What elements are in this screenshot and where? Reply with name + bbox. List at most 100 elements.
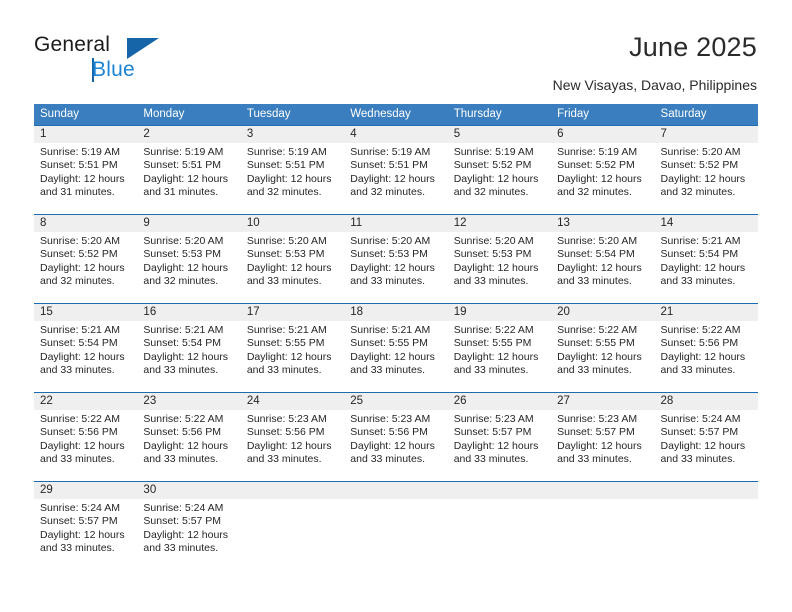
weekday-header-row: Sunday Monday Tuesday Wednesday Thursday…	[34, 104, 758, 125]
daylight-text-line2: and 33 minutes.	[40, 542, 115, 555]
daylight-text-line1: Daylight: 12 hours	[143, 350, 229, 363]
daylight-text-line1: Daylight: 12 hours	[246, 172, 332, 185]
calendar-week-row: 29 30 Sunrise: 5:24 AM Sunset: 5:57 PM D…	[34, 481, 758, 570]
calendar-week-row: 22 23 24 25 26 27 28 Sunrise: 5:22 AM Su…	[34, 392, 758, 481]
day-cell[interactable]: Sunrise: 5:21 AM Sunset: 5:54 PM Dayligh…	[137, 321, 240, 392]
calendar-week-row: 8 9 10 11 12 13 14 Sunrise: 5:20 AM Suns…	[34, 214, 758, 303]
day-cell[interactable]: Sunrise: 5:19 AM Sunset: 5:51 PM Dayligh…	[34, 143, 137, 214]
day-cell[interactable]: Sunrise: 5:19 AM Sunset: 5:51 PM Dayligh…	[344, 143, 447, 214]
sunset-text: Sunset: 5:56 PM	[660, 337, 739, 350]
sunset-text: Sunset: 5:51 PM	[143, 159, 222, 172]
day-cell[interactable]: Sunrise: 5:22 AM Sunset: 5:56 PM Dayligh…	[137, 410, 240, 481]
sunset-text: Sunset: 5:56 PM	[350, 426, 428, 439]
day-cell[interactable]: Sunrise: 5:19 AM Sunset: 5:52 PM Dayligh…	[551, 143, 654, 214]
sunrise-text: Sunrise: 5:20 AM	[40, 235, 120, 247]
day-number: 2	[143, 128, 150, 140]
day-number-band: 1 2 3 4 5 6 7	[34, 126, 758, 143]
weekday-header-saturday: Saturday	[660, 108, 707, 120]
day-cell[interactable]: Sunrise: 5:23 AM Sunset: 5:56 PM Dayligh…	[241, 410, 344, 481]
daylight-text-line1: Daylight: 12 hours	[453, 172, 539, 185]
daylight-text-line1: Daylight: 12 hours	[143, 439, 229, 452]
daylight-text-line1: Daylight: 12 hours	[143, 261, 229, 274]
day-detail-band: Sunrise: 5:22 AM Sunset: 5:56 PM Dayligh…	[34, 410, 758, 481]
sunset-text: Sunset: 5:54 PM	[143, 337, 222, 350]
day-number-band: 29 30	[34, 482, 758, 499]
daylight-text-line2: and 33 minutes.	[660, 453, 736, 466]
day-cell[interactable]: Sunrise: 5:20 AM Sunset: 5:52 PM Dayligh…	[34, 232, 137, 303]
day-number: 13	[557, 217, 570, 229]
day-cell[interactable]: Sunrise: 5:22 AM Sunset: 5:55 PM Dayligh…	[551, 321, 654, 392]
day-cell[interactable]: Sunrise: 5:20 AM Sunset: 5:53 PM Dayligh…	[448, 232, 551, 303]
day-cell[interactable]: Sunrise: 5:21 AM Sunset: 5:54 PM Dayligh…	[655, 232, 758, 303]
day-cell[interactable]: Sunrise: 5:20 AM Sunset: 5:52 PM Dayligh…	[655, 143, 758, 214]
daylight-text-line1: Daylight: 12 hours	[660, 172, 746, 185]
day-cell[interactable]: Sunrise: 5:20 AM Sunset: 5:53 PM Dayligh…	[137, 232, 240, 303]
daylight-text-line1: Daylight: 12 hours	[246, 350, 332, 363]
day-number: 29	[40, 484, 53, 496]
day-cell[interactable]: Sunrise: 5:24 AM Sunset: 5:57 PM Dayligh…	[34, 499, 137, 570]
daylight-text-line1: Daylight: 12 hours	[557, 439, 642, 452]
day-cell[interactable]: Sunrise: 5:22 AM Sunset: 5:56 PM Dayligh…	[655, 321, 758, 392]
day-number: 24	[246, 395, 260, 407]
day-number-empty	[344, 482, 447, 499]
sunrise-text: Sunrise: 5:23 AM	[350, 413, 431, 425]
day-number-band: 22 23 24 25 26 27 28	[34, 393, 758, 410]
daylight-text-line2: and 33 minutes.	[40, 364, 115, 377]
sunset-text: Sunset: 5:52 PM	[557, 159, 635, 172]
day-number: 3	[246, 128, 254, 140]
day-cell[interactable]: Sunrise: 5:19 AM Sunset: 5:52 PM Dayligh…	[448, 143, 551, 214]
daylight-text-line2: and 32 minutes.	[350, 186, 425, 199]
day-number: 28	[660, 395, 674, 407]
daylight-text-line1: Daylight: 12 hours	[143, 172, 229, 185]
day-number-band: 15 16 17 18 19 20 21	[34, 304, 758, 321]
day-number: 23	[143, 395, 157, 407]
day-cell[interactable]: Sunrise: 5:22 AM Sunset: 5:56 PM Dayligh…	[34, 410, 137, 481]
day-number: 10	[246, 217, 260, 229]
daylight-text-line2: and 33 minutes.	[143, 453, 219, 466]
weekday-header-tuesday: Tuesday	[246, 108, 291, 120]
daylight-text-line1: Daylight: 12 hours	[557, 261, 642, 274]
sunset-text: Sunset: 5:55 PM	[557, 337, 635, 350]
daylight-text-line2: and 33 minutes.	[453, 453, 529, 466]
day-cell[interactable]: Sunrise: 5:21 AM Sunset: 5:54 PM Dayligh…	[34, 321, 137, 392]
day-cell[interactable]: Sunrise: 5:19 AM Sunset: 5:51 PM Dayligh…	[241, 143, 344, 214]
day-cell[interactable]: Sunrise: 5:23 AM Sunset: 5:56 PM Dayligh…	[344, 410, 447, 481]
day-number: 5	[453, 128, 461, 140]
sunset-text: Sunset: 5:57 PM	[40, 515, 118, 528]
day-cell[interactable]: Sunrise: 5:20 AM Sunset: 5:54 PM Dayligh…	[551, 232, 654, 303]
day-cell[interactable]: Sunrise: 5:24 AM Sunset: 5:57 PM Dayligh…	[137, 499, 240, 570]
sunset-text: Sunset: 5:56 PM	[40, 426, 118, 439]
sunset-text: Sunset: 5:53 PM	[350, 248, 428, 261]
sunset-text: Sunset: 5:52 PM	[40, 248, 118, 261]
day-cell[interactable]: Sunrise: 5:21 AM Sunset: 5:55 PM Dayligh…	[344, 321, 447, 392]
page-title: June 2025	[629, 32, 757, 62]
sunrise-text: Sunrise: 5:23 AM	[557, 413, 638, 425]
sunrise-text: Sunrise: 5:22 AM	[143, 413, 224, 425]
page-header: General Blue June 2025 New Visayas, Dava…	[0, 0, 792, 100]
day-cell-empty	[655, 499, 758, 570]
sunrise-text: Sunrise: 5:24 AM	[40, 502, 120, 514]
calendar-week-row: 15 16 17 18 19 20 21 Sunrise: 5:21 AM Su…	[34, 303, 758, 392]
daylight-text-line2: and 32 minutes.	[557, 186, 632, 199]
day-cell[interactable]: Sunrise: 5:23 AM Sunset: 5:57 PM Dayligh…	[448, 410, 551, 481]
sunrise-text: Sunrise: 5:20 AM	[143, 235, 224, 247]
daylight-text-line2: and 33 minutes.	[143, 542, 219, 555]
sunset-text: Sunset: 5:52 PM	[660, 159, 739, 172]
day-cell[interactable]: Sunrise: 5:21 AM Sunset: 5:55 PM Dayligh…	[241, 321, 344, 392]
daylight-text-line2: and 33 minutes.	[40, 453, 115, 466]
day-cell[interactable]: Sunrise: 5:23 AM Sunset: 5:57 PM Dayligh…	[551, 410, 654, 481]
generalblue-logo[interactable]: General Blue	[34, 33, 234, 89]
day-cell[interactable]: Sunrise: 5:20 AM Sunset: 5:53 PM Dayligh…	[344, 232, 447, 303]
sunrise-text: Sunrise: 5:22 AM	[453, 324, 534, 336]
sunrise-text: Sunrise: 5:21 AM	[40, 324, 120, 336]
day-cell[interactable]: Sunrise: 5:19 AM Sunset: 5:51 PM Dayligh…	[137, 143, 240, 214]
daylight-text-line2: and 32 minutes.	[40, 275, 115, 288]
day-cell[interactable]: Sunrise: 5:20 AM Sunset: 5:53 PM Dayligh…	[241, 232, 344, 303]
daylight-text-line1: Daylight: 12 hours	[350, 439, 435, 452]
day-number: 18	[350, 306, 364, 318]
daylight-text-line2: and 31 minutes.	[143, 186, 219, 199]
daylight-text-line2: and 32 minutes.	[660, 186, 736, 199]
day-cell[interactable]: Sunrise: 5:22 AM Sunset: 5:55 PM Dayligh…	[448, 321, 551, 392]
sunrise-text: Sunrise: 5:22 AM	[557, 324, 638, 336]
day-cell[interactable]: Sunrise: 5:24 AM Sunset: 5:57 PM Dayligh…	[655, 410, 758, 481]
